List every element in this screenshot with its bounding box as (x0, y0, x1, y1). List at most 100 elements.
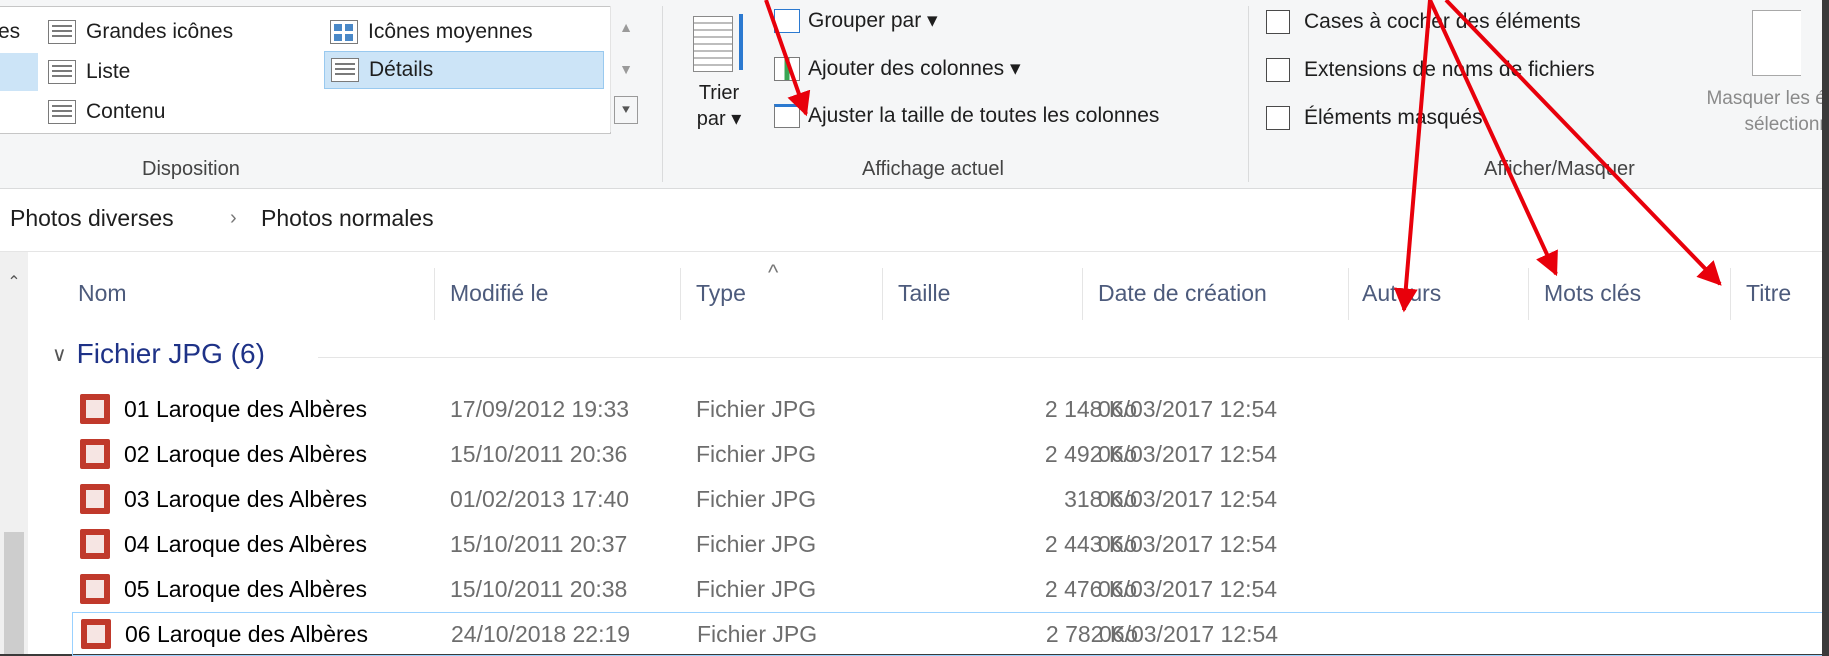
layout-item-label: Icônes moyennes (368, 20, 533, 43)
file-type: Fichier JPG (696, 576, 817, 602)
file-created: 06/03/2017 12:54 (1098, 531, 1278, 557)
column-separator[interactable] (1730, 268, 1731, 320)
checkbox-label: Cases à cocher des éléments (1304, 10, 1581, 33)
file-created: 06/03/2017 12:54 (1098, 576, 1278, 602)
jpg-file-icon (80, 529, 110, 559)
group-divider (318, 357, 1822, 358)
layout-item-label: es (0, 20, 21, 43)
breadcrumb-item[interactable]: Photos normales (261, 205, 434, 232)
checkbox-label: Éléments masqués (1304, 106, 1483, 129)
sort-label: Trier (698, 82, 740, 104)
column-separator[interactable] (882, 268, 883, 320)
file-name: 06 Laroque des Albères (125, 621, 368, 647)
sort-ascending-icon: ^ (768, 260, 779, 285)
jpg-file-icon (80, 484, 110, 514)
column-separator[interactable] (1082, 268, 1083, 320)
layout-item-label: Liste (86, 60, 131, 83)
gallery-expand-icon[interactable]: ⯆ (614, 96, 638, 124)
layout-gallery: es Grandes icônes Icônes moyennes Liste … (0, 6, 611, 134)
file-type: Fichier JPG (696, 441, 817, 467)
group-by-label: Grouper par ▾ (808, 9, 938, 32)
checkbox[interactable] (1266, 58, 1290, 82)
column-header-title[interactable]: Titre (1746, 258, 1791, 328)
checkbox-item-check-boxes[interactable]: Cases à cocher des éléments (1266, 10, 1581, 34)
table-row[interactable]: 01 Laroque des Albères 17/09/2012 19:33 Fi… (72, 388, 1822, 432)
table-row[interactable]: 06 Laroque des Albères 24/10/2018 22:19 Fi… (72, 612, 1822, 656)
sort-by-button[interactable]: Trier par ▾ (682, 6, 756, 132)
layout-gallery-scroll: ▲ ▼ ⯆ (610, 6, 641, 132)
column-separator[interactable] (1348, 268, 1349, 320)
jpg-file-icon (81, 619, 111, 649)
file-created: 06/03/2017 12:54 (1098, 396, 1278, 422)
jpg-file-icon (80, 439, 110, 469)
group-label: Fichier JPG (6) (76, 338, 265, 369)
scroll-up-icon[interactable]: ⌃ (0, 272, 28, 292)
group-label-current-view: Affichage actuel (862, 158, 1004, 180)
scroll-up-icon[interactable]: ▲ (611, 6, 641, 48)
explorer-window: es Grandes icônes Icônes moyennes Liste … (0, 0, 1829, 656)
jpg-file-icon (80, 574, 110, 604)
column-separator[interactable] (434, 268, 435, 320)
group-label-show-hide: Afficher/Masquer (1484, 158, 1635, 180)
group-by-button[interactable]: Grouper par ▾ (774, 8, 938, 33)
layout-details[interactable]: Détails (324, 51, 604, 89)
jpg-file-icon (80, 394, 110, 424)
table-row[interactable]: 05 Laroque des Albères 15/10/2011 20:38 Fi… (72, 568, 1822, 612)
chevron-down-icon[interactable]: ∨ (52, 342, 67, 367)
column-header-authors[interactable]: Auteurs (1362, 258, 1441, 328)
window-edge (1822, 0, 1829, 654)
scroll-thumb[interactable] (4, 532, 24, 654)
content-icon (48, 100, 76, 124)
add-columns-icon (774, 56, 800, 81)
file-name: 03 Laroque des Albères (124, 486, 367, 512)
checkbox-hidden-items[interactable]: Éléments masqués (1266, 106, 1483, 130)
file-created: 06/03/2017 12:54 (1098, 486, 1278, 512)
layout-content[interactable]: Contenu (48, 93, 165, 131)
details-icon (331, 58, 359, 82)
group-label-disposition: Disposition (142, 158, 240, 180)
nav-pane-scrollbar[interactable]: ⌃ (0, 252, 28, 654)
checkbox[interactable] (1266, 106, 1290, 130)
size-all-columns-button[interactable]: Ajuster la taille de toutes les colonnes (774, 104, 1159, 128)
file-modified: 01/02/2013 17:40 (450, 486, 630, 512)
group-by-icon (774, 8, 800, 33)
table-row[interactable]: 02 Laroque des Albères 15/10/2011 20:36 Fi… (72, 433, 1822, 477)
checkbox[interactable] (1266, 10, 1290, 34)
file-name: 02 Laroque des Albères (124, 441, 367, 467)
breadcrumb-separator-icon[interactable]: › (230, 207, 237, 230)
checkbox-file-extensions[interactable]: Extensions de noms de fichiers (1266, 58, 1595, 82)
layout-extra-large-icons[interactable]: es (0, 13, 20, 51)
layout-medium-icons[interactable]: Icônes moyennes (330, 13, 533, 51)
hide-selected-items-button[interactable]: Masquer les él sélectionn (1660, 86, 1829, 138)
size-all-columns-label: Ajuster la taille de toutes les colonnes (808, 104, 1160, 127)
file-modified: 24/10/2018 22:19 (451, 621, 631, 647)
column-header-name[interactable]: Nom (78, 258, 127, 328)
file-created: 06/03/2017 12:54 (1098, 441, 1278, 467)
column-header-created[interactable]: Date de création (1098, 258, 1267, 328)
table-row[interactable]: 03 Laroque des Albères 01/02/2013 17:40 Fi… (72, 478, 1822, 522)
column-separator[interactable] (680, 268, 681, 320)
column-header-type[interactable]: Type (696, 258, 746, 328)
scroll-down-icon[interactable]: ▼ (611, 48, 641, 90)
group-separator (662, 6, 663, 182)
file-name: 01 Laroque des Albères (124, 396, 367, 422)
file-type: Fichier JPG (696, 531, 817, 557)
add-columns-button[interactable]: Ajouter des colonnes ▾ (774, 56, 1021, 81)
layout-large-icons[interactable]: Grandes icônes (48, 13, 233, 51)
layout-item-label: Grandes icônes (86, 20, 234, 43)
group-header[interactable]: ∨ Fichier JPG (6) (52, 338, 265, 370)
column-separator[interactable] (1528, 268, 1529, 320)
column-header-modified[interactable]: Modifié le (450, 258, 548, 328)
table-row[interactable]: 04 Laroque des Albères 15/10/2011 20:37 Fi… (72, 523, 1822, 567)
column-header-size[interactable]: Taille (898, 258, 950, 328)
layout-list[interactable]: Liste (48, 53, 130, 91)
size-columns-icon (774, 104, 800, 128)
breadcrumb-item[interactable]: Photos diverses (10, 205, 174, 232)
checkbox-label: Extensions de noms de fichiers (1304, 58, 1595, 81)
sort-label-dropdown: par ▾ (696, 108, 742, 130)
column-header-keywords[interactable]: Mots clés (1544, 258, 1641, 328)
hide-selected-icon (1752, 10, 1801, 76)
add-columns-label: Ajouter des colonnes ▾ (808, 57, 1021, 80)
file-name: 05 Laroque des Albères (124, 576, 367, 602)
layout-selected-remnant[interactable] (0, 53, 38, 91)
